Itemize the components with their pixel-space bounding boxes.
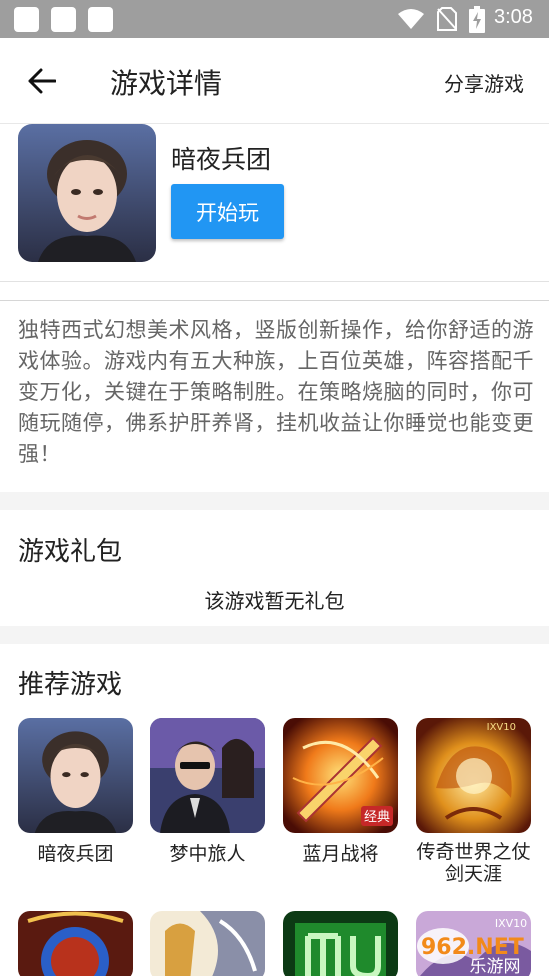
notification-icon — [51, 7, 76, 32]
badge-text: 经典 — [364, 810, 390, 825]
gift-section-title: 游戏礼包 — [18, 537, 123, 567]
recommended-game-item[interactable]: IXV10 传奇世界之仗剑天涯 — [416, 718, 531, 885]
no-sim-icon — [437, 7, 457, 31]
game-thumbnail — [150, 718, 265, 833]
game-description: 独特西式幻想美术风格，竖版创新操作，给你舒适的游戏体验。游戏内有五大种族，上百位… — [18, 318, 534, 466]
start-play-button[interactable]: 开始玩 — [171, 184, 284, 239]
game-icon — [18, 124, 156, 262]
game-title: 梦中旅人 — [169, 843, 246, 865]
recommended-game-thumbnail[interactable] — [150, 911, 265, 976]
watermark-subtext: 乐游网 — [470, 957, 521, 974]
recommended-game-thumbnail[interactable] — [18, 911, 133, 976]
notification-icon — [14, 7, 39, 32]
status-bar: 3:08 — [0, 0, 549, 38]
game-thumbnail — [18, 718, 133, 833]
game-name: 暗夜兵团 — [171, 145, 272, 174]
recommended-game-thumbnail[interactable] — [283, 911, 398, 976]
recommended-section-title: 推荐游戏 — [18, 670, 123, 700]
divider — [0, 300, 549, 301]
section-gap — [0, 492, 549, 510]
wifi-icon — [398, 9, 424, 29]
arrow-left-icon[interactable] — [28, 68, 56, 94]
battery-charging-icon — [469, 6, 485, 33]
recommended-game-item[interactable]: 暗夜兵团 — [18, 718, 133, 866]
app-header: 游戏详情 分享游戏 — [0, 38, 549, 124]
no-gift-text: 该游戏暂无礼包 — [204, 589, 345, 613]
status-time: 3:08 — [494, 6, 533, 28]
recommended-game-item[interactable]: 经典 蓝月战将 — [283, 718, 398, 866]
game-title: 暗夜兵团 — [37, 843, 114, 865]
share-game-button[interactable]: 分享游戏 — [444, 68, 524, 97]
site-watermark-logo: 962.NET 乐游网 — [417, 928, 524, 974]
recommended-game-item[interactable]: 梦中旅人 — [150, 718, 265, 866]
divider — [0, 281, 549, 282]
page-title: 游戏详情 — [110, 67, 223, 100]
game-title: 蓝月战将 — [302, 843, 379, 865]
game-thumbnail: IXV10 — [416, 718, 531, 833]
game-thumbnail: 经典 — [283, 718, 398, 833]
section-gap — [0, 626, 549, 644]
notification-icon — [88, 7, 113, 32]
game-title: 传奇世界之仗剑天涯 — [416, 841, 531, 885]
badge-text: IXV10 — [487, 722, 516, 733]
